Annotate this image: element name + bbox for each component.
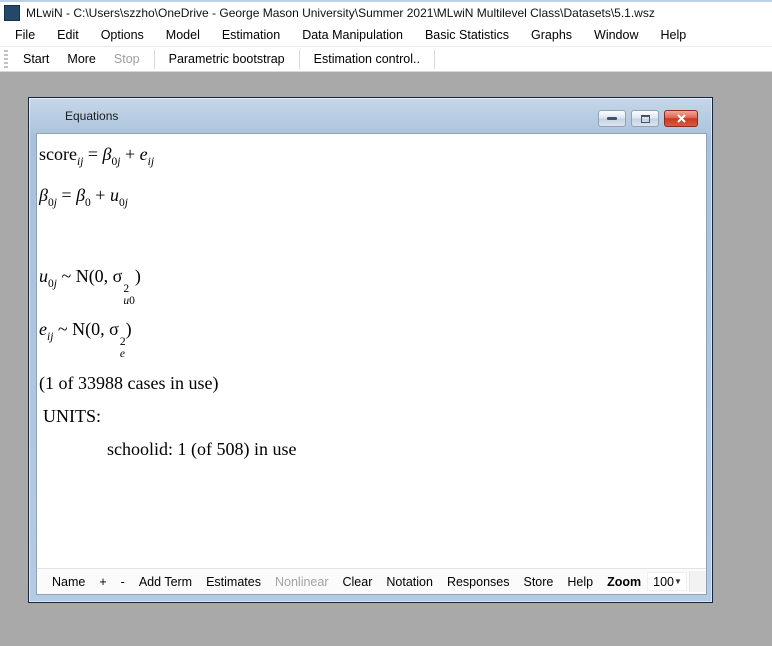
toolbar-filler: [689, 571, 706, 592]
equations-content: scoreij = β0j + eij β0j = β0 + u0j u0j ~ N…: [36, 133, 707, 595]
sigma-squared-stack: 2u0: [123, 284, 135, 307]
app-title-bar[interactable]: MLwiN - C:\Users\szzho\OneDrive - George…: [0, 0, 772, 24]
equations-bottom-toolbar: Name+-Add TermEstimatesNonlinearClearNot…: [37, 568, 706, 594]
eq-toolbar-button-store[interactable]: Store: [516, 572, 560, 592]
zoom-label: Zoom: [600, 572, 645, 592]
zoom-combobox[interactable]: 100 ▼: [647, 572, 687, 591]
menu-model[interactable]: Model: [155, 25, 211, 45]
toolbar-button-stop: Stop: [105, 49, 149, 69]
eq-toolbar-button-add-term[interactable]: Add Term: [132, 572, 199, 592]
level2-equation[interactable]: β0j = β0 + u0j: [39, 184, 702, 214]
menu-bar: FileEditOptionsModelEstimationData Manip…: [0, 24, 772, 47]
eq-toolbar-button-nonlinear: Nonlinear: [268, 572, 336, 592]
equation-blank-line: [39, 225, 702, 254]
eq-toolbar-button-estimates[interactable]: Estimates: [199, 572, 268, 592]
mlwin-application: MLwiN - C:\Users\szzho\OneDrive - George…: [0, 0, 772, 646]
equations-window[interactable]: Equations scoreij = β0j + eij β0j = β0 + …: [28, 97, 713, 603]
menu-graphs[interactable]: Graphs: [520, 25, 583, 45]
units-schoolid: schoolid: 1 (of 508) in use: [39, 438, 702, 460]
toolbar-grip-handle[interactable]: [4, 50, 8, 68]
sigma-squared-stack: 2e: [120, 337, 126, 360]
zoom-value: 100: [653, 575, 674, 589]
eq-toolbar-button-clear[interactable]: Clear: [336, 572, 380, 592]
toolbar-button-start[interactable]: Start: [14, 49, 58, 69]
equations-window-title-bar[interactable]: Equations: [29, 98, 712, 133]
toolbar-button-parametric-bootstrap[interactable]: Parametric bootstrap: [160, 49, 294, 69]
eq-toolbar-button-help[interactable]: Help: [560, 572, 600, 592]
menu-estimation[interactable]: Estimation: [211, 25, 291, 45]
eq-toolbar-button-responses[interactable]: Responses: [440, 572, 517, 592]
minimize-button[interactable]: [598, 110, 626, 127]
app-title: MLwiN - C:\Users\szzho\OneDrive - George…: [26, 6, 655, 20]
menu-options[interactable]: Options: [90, 25, 155, 45]
chevron-down-icon: ▼: [674, 577, 682, 586]
maximize-icon: [641, 115, 650, 123]
menu-file[interactable]: File: [4, 25, 46, 45]
eq-toolbar-button-plus[interactable]: +: [92, 572, 113, 592]
eq-toolbar-button-name[interactable]: Name: [45, 572, 92, 592]
cases-in-use: (1 of 33988 cases in use): [39, 372, 702, 394]
mlwin-app-icon: [4, 5, 20, 21]
toolbar-separator: [299, 50, 300, 69]
estimation-toolbar: StartMoreStop Parametric bootstrap Estimat…: [0, 47, 772, 72]
equations-area: scoreij = β0j + eij β0j = β0 + u0j u0j ~ N…: [37, 134, 706, 568]
toolbar-separator: [434, 50, 435, 69]
maximize-button[interactable]: [631, 110, 659, 127]
u-distribution[interactable]: u0j ~ N(0, σ2u0): [39, 265, 702, 307]
eq-toolbar-button-notation[interactable]: Notation: [379, 572, 440, 592]
toolbar-button-estimation-control[interactable]: Estimation control..: [305, 49, 429, 69]
close-icon: [677, 114, 686, 123]
eq-toolbar-button-minus[interactable]: -: [114, 572, 132, 592]
menu-help[interactable]: Help: [650, 25, 698, 45]
e-distribution[interactable]: eij ~ N(0, σ2e): [39, 318, 702, 360]
minimize-icon: [607, 117, 617, 120]
units-header: UNITS:: [39, 405, 702, 427]
menu-window[interactable]: Window: [583, 25, 649, 45]
mdi-workspace: Equations scoreij = β0j + eij β0j = β0 + …: [0, 72, 772, 646]
equations-window-title: Equations: [29, 109, 118, 123]
toolbar-separator: [154, 50, 155, 69]
level1-equation[interactable]: scoreij = β0j + eij: [39, 143, 702, 173]
menu-edit[interactable]: Edit: [46, 25, 90, 45]
close-button[interactable]: [664, 110, 698, 127]
menu-basic-statistics[interactable]: Basic Statistics: [414, 25, 520, 45]
menu-data-manipulation[interactable]: Data Manipulation: [291, 25, 414, 45]
window-controls: [598, 110, 698, 127]
toolbar-button-more[interactable]: More: [58, 49, 104, 69]
